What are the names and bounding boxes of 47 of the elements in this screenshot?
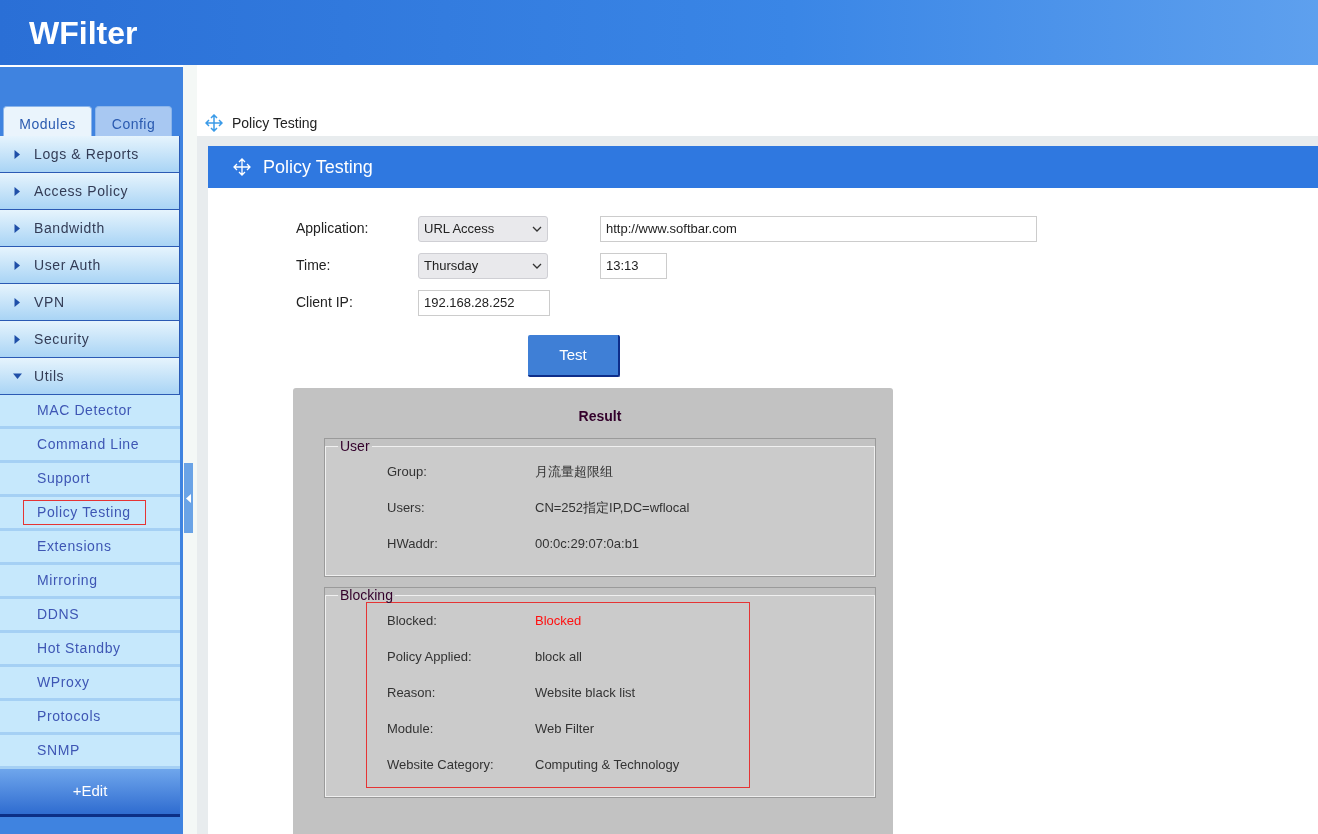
- result-value: 00:0c:29:07:0a:b1: [535, 535, 640, 554]
- menu-item[interactable]: Access Policy: [0, 173, 180, 210]
- dropdown[interactable]: URL Access: [418, 215, 548, 242]
- result-value: Computing & Technology: [535, 756, 680, 775]
- menu-item[interactable]: Bandwidth: [0, 210, 180, 247]
- move-icon: [205, 114, 223, 132]
- field-label: Client IP:: [296, 293, 354, 312]
- result-label: HWaddr:: [387, 535, 439, 554]
- sidebar-tab[interactable]: Modules: [3, 106, 92, 136]
- breadcrumb: Policy Testing: [232, 113, 318, 133]
- result-label: Website Category:: [387, 756, 495, 775]
- panel-title: Policy Testing: [263, 155, 373, 179]
- group-legend: User: [338, 439, 372, 453]
- field-label: Time:: [296, 256, 332, 275]
- menu-item[interactable]: Security: [0, 321, 180, 358]
- menu-item[interactable]: User Auth: [0, 247, 180, 284]
- test-button[interactable]: Test: [528, 335, 620, 377]
- result-label: Blocked:: [387, 612, 438, 631]
- dropdown[interactable]: Thursday: [418, 252, 548, 279]
- chevron-down-icon: [532, 225, 542, 232]
- result-value: Website black list: [535, 684, 636, 703]
- logo: WFilter: [29, 13, 138, 53]
- submenu-item[interactable]: Policy Testing: [23, 500, 146, 525]
- result-title: Result: [577, 407, 623, 426]
- move-icon: [233, 158, 251, 176]
- result-value: Blocked: [535, 612, 582, 631]
- result-value: 月流量超限组: [535, 463, 613, 482]
- field-label: Application:: [296, 219, 370, 238]
- ip-field[interactable]: 192.168.28.252: [418, 289, 550, 316]
- collapse-handle[interactable]: [184, 463, 193, 533]
- result-value: block all: [535, 648, 582, 667]
- result-value: CN=252指定IP,DC=wflocal: [535, 499, 690, 518]
- result-label: Group:: [387, 463, 428, 482]
- chevron-down-icon: [532, 262, 542, 269]
- group-legend: Blocking: [338, 588, 395, 602]
- result-label: Reason:: [387, 684, 437, 703]
- edit-button[interactable]: +Edit: [0, 769, 180, 817]
- result-label: Policy Applied:: [387, 648, 473, 667]
- menu-item[interactable]: Utils: [0, 358, 180, 395]
- result-value: Web Filter: [535, 720, 594, 739]
- url-field[interactable]: http://www.softbar.com: [600, 215, 1037, 242]
- result-label: Users:: [387, 499, 426, 518]
- menu-item[interactable]: VPN: [0, 284, 180, 321]
- result-label: Module:: [387, 720, 435, 739]
- menu-item[interactable]: Logs & Reports: [0, 136, 180, 173]
- time-field[interactable]: 13:13: [600, 252, 667, 279]
- sidebar-tab[interactable]: Config: [95, 106, 172, 136]
